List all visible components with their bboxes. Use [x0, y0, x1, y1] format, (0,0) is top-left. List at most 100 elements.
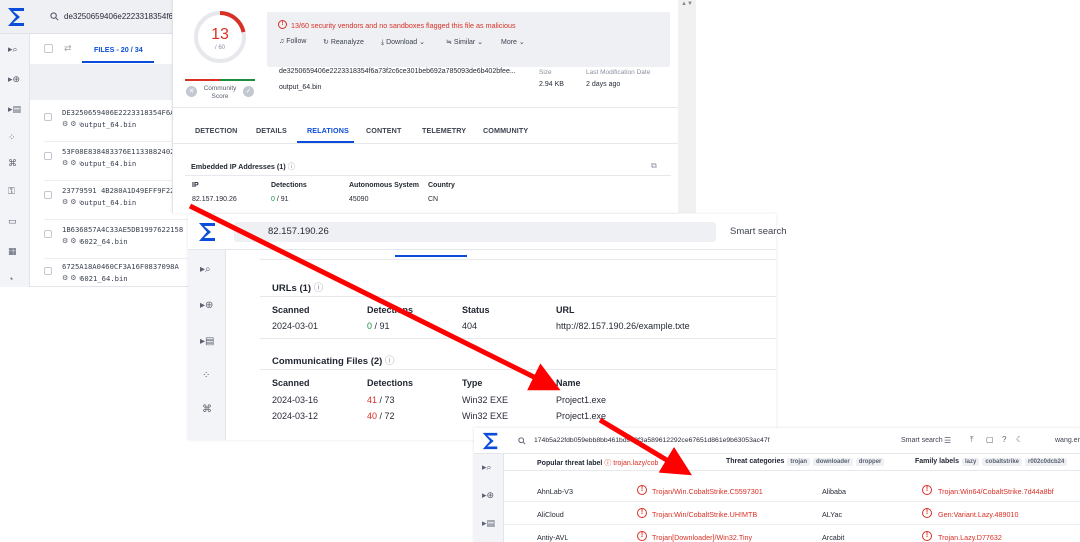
- col-url: URL: [556, 305, 575, 315]
- rail-url-icon[interactable]: ▸⊕: [200, 300, 214, 314]
- tab-detection[interactable]: DETECTION: [195, 126, 237, 135]
- col-detections: Detections: [271, 182, 307, 189]
- row-checkbox[interactable]: [44, 113, 52, 121]
- row-checkbox[interactable]: [44, 191, 52, 199]
- divider: [173, 143, 679, 144]
- rail-url-icon[interactable]: ▸⊕: [8, 74, 22, 88]
- comm-file-link[interactable]: Project1.exe: [556, 395, 606, 405]
- upload-icon[interactable]: ⤒: [970, 435, 974, 445]
- rail-file-icon[interactable]: ▸▤: [200, 336, 214, 350]
- rail-more-icon[interactable]: ◔: [8, 274, 22, 288]
- divider: [260, 296, 776, 297]
- col-scanned: Scanned: [272, 305, 310, 315]
- rail-collection-icon[interactable]: ▦: [8, 246, 22, 260]
- rail-hunting-icon[interactable]: ⌘: [8, 158, 22, 172]
- category-tag[interactable]: dropper: [855, 458, 885, 466]
- comm-file-link[interactable]: Project1.exe: [556, 411, 606, 421]
- row-checkbox[interactable]: [44, 152, 52, 160]
- rail-file-icon[interactable]: ▸▤: [8, 104, 22, 118]
- user-menu[interactable]: wang.er: [1055, 437, 1080, 444]
- tab-content[interactable]: CONTENT: [366, 126, 401, 135]
- file-hash: 6725A18A0460CF3A16F0837098A: [62, 262, 179, 271]
- url-link[interactable]: http://82.157.190.26/example.txte: [556, 321, 690, 331]
- help-icon[interactable]: ?: [1002, 435, 1006, 444]
- tab-relations[interactable]: RELATIONS: [307, 126, 349, 135]
- files-tab[interactable]: FILES - 20 / 34: [94, 45, 143, 54]
- file-hash: 23779591 4B280A1D49EFF9F22CB: [62, 186, 184, 195]
- copy-icon[interactable]: ⧉: [651, 161, 657, 171]
- ip-search-field[interactable]: 82.157.190.26: [234, 222, 716, 242]
- ip-search-input[interactable]: 82.157.190.26: [268, 226, 329, 237]
- swap-icon[interactable]: ⇄: [64, 43, 72, 54]
- smart-search-button[interactable]: Smart search: [901, 437, 943, 444]
- info-icon[interactable]: ⓘ: [288, 162, 295, 171]
- category-tag[interactable]: trojan: [787, 458, 811, 466]
- tab-details[interactable]: DETAILS: [256, 126, 287, 135]
- divider: [260, 259, 776, 260]
- url-status: 404: [462, 321, 478, 331]
- community-score-label: Community Score: [203, 85, 237, 100]
- more-button[interactable]: More ⌄: [501, 38, 525, 46]
- thumbs-up-icon[interactable]: ✓: [243, 86, 254, 97]
- scrollbar-track-outer[interactable]: [678, 0, 693, 213]
- engine-result: Trojan/Win.CobaltStrike.C5597301: [652, 487, 763, 496]
- follow-button[interactable]: ♫ Follow: [279, 38, 306, 45]
- row-checkbox[interactable]: [44, 230, 52, 238]
- family-tag[interactable]: r002c0dcb24: [1025, 458, 1068, 466]
- family-tag[interactable]: cobaltstrike: [982, 458, 1022, 466]
- alert-icon: !: [922, 485, 932, 495]
- similar-button[interactable]: ≒ Similar ⌄: [446, 38, 483, 46]
- rail-graph-icon[interactable]: ⁘: [8, 132, 22, 146]
- rail-key-icon[interactable]: ⚿: [8, 186, 22, 200]
- rail-url-icon[interactable]: ▸⊕: [482, 490, 496, 504]
- threat-categories: Threat categories trojan downloader dropper: [726, 458, 885, 466]
- info-icon[interactable]: ⓘ: [314, 283, 324, 294]
- popular-threat-label: Popular threat label ⓘ trojan.lazy/cob: [537, 458, 658, 468]
- url-detections: 0 / 91: [367, 321, 390, 331]
- row-checkbox[interactable]: [44, 267, 52, 275]
- virustotal-logo-icon[interactable]: [480, 431, 500, 451]
- chevron-down-icon: ⌄: [419, 39, 426, 46]
- rail-graph-icon[interactable]: ⁘: [202, 370, 216, 384]
- comm-detections: 40 / 72: [367, 411, 395, 421]
- virustotal-logo-icon[interactable]: [196, 221, 218, 243]
- select-all-checkbox[interactable]: [44, 44, 53, 53]
- file-name: output_64.bin: [80, 120, 137, 129]
- alert-box: ! 13/60 security vendors and no sandboxe…: [267, 12, 670, 67]
- tab-telemetry[interactable]: TELEMETRY: [422, 126, 466, 135]
- engine-name: Alibaba: [822, 487, 846, 496]
- virustotal-logo-icon[interactable]: [6, 6, 26, 28]
- reanalyze-button[interactable]: ↻ Reanalyze: [323, 38, 364, 46]
- rail-hunting-icon[interactable]: ⌘: [202, 404, 216, 418]
- popular-threat-value: ⓘ trojan.lazy/cob: [604, 460, 659, 467]
- category-tag[interactable]: downloader: [813, 458, 853, 466]
- family-tag[interactable]: lazy: [961, 458, 980, 466]
- detection-search-input[interactable]: 174b5a22fdb059ebb8bb461bd9e0f3a589612292…: [534, 437, 770, 444]
- chat-icon[interactable]: ▢: [986, 435, 994, 444]
- rail-search-icon[interactable]: ▸⌕: [200, 264, 214, 278]
- ip-country: CN: [428, 196, 439, 203]
- rail-file-icon[interactable]: ▸▤: [482, 518, 496, 532]
- search-icon: [518, 437, 526, 445]
- smart-search-button[interactable]: Smart search: [730, 226, 787, 237]
- col-detections: Detections: [367, 305, 414, 315]
- file-hash: 53F08E838483376E11338824028: [62, 147, 179, 156]
- ip-link[interactable]: 82.157.190.26: [192, 196, 237, 203]
- engine-name: Antiy-AVL: [537, 533, 569, 542]
- rail-search-icon[interactable]: ▸⌕: [8, 44, 22, 58]
- filter-icon[interactable]: ☰: [944, 436, 951, 445]
- files-search-input[interactable]: de3250659406e2223318354f6a73: [64, 12, 186, 21]
- more-label: More: [501, 39, 517, 46]
- theme-icon[interactable]: ☾: [1016, 435, 1023, 444]
- comm-detections-total: / 73: [379, 395, 395, 405]
- download-button[interactable]: ⤓ Download ⌄: [381, 38, 425, 47]
- family-labels-label: Family labels: [915, 458, 959, 465]
- tab-community[interactable]: COMMUNITY: [483, 126, 528, 135]
- scroll-down-icon[interactable]: ▼: [687, 1, 693, 7]
- rail-search-icon[interactable]: ▸⌕: [482, 462, 496, 476]
- detection-row: Antiy-AVL ! Trojan[Downloader]/Win32.Tin…: [504, 526, 1080, 542]
- file-hash-full[interactable]: de3250659406e2223318354f6a73f2c6ce301beb…: [279, 68, 516, 75]
- rail-monitor-icon[interactable]: ▭: [8, 216, 22, 230]
- thumbs-down-icon[interactable]: ✕: [186, 86, 197, 97]
- info-icon[interactable]: ⓘ: [385, 356, 395, 367]
